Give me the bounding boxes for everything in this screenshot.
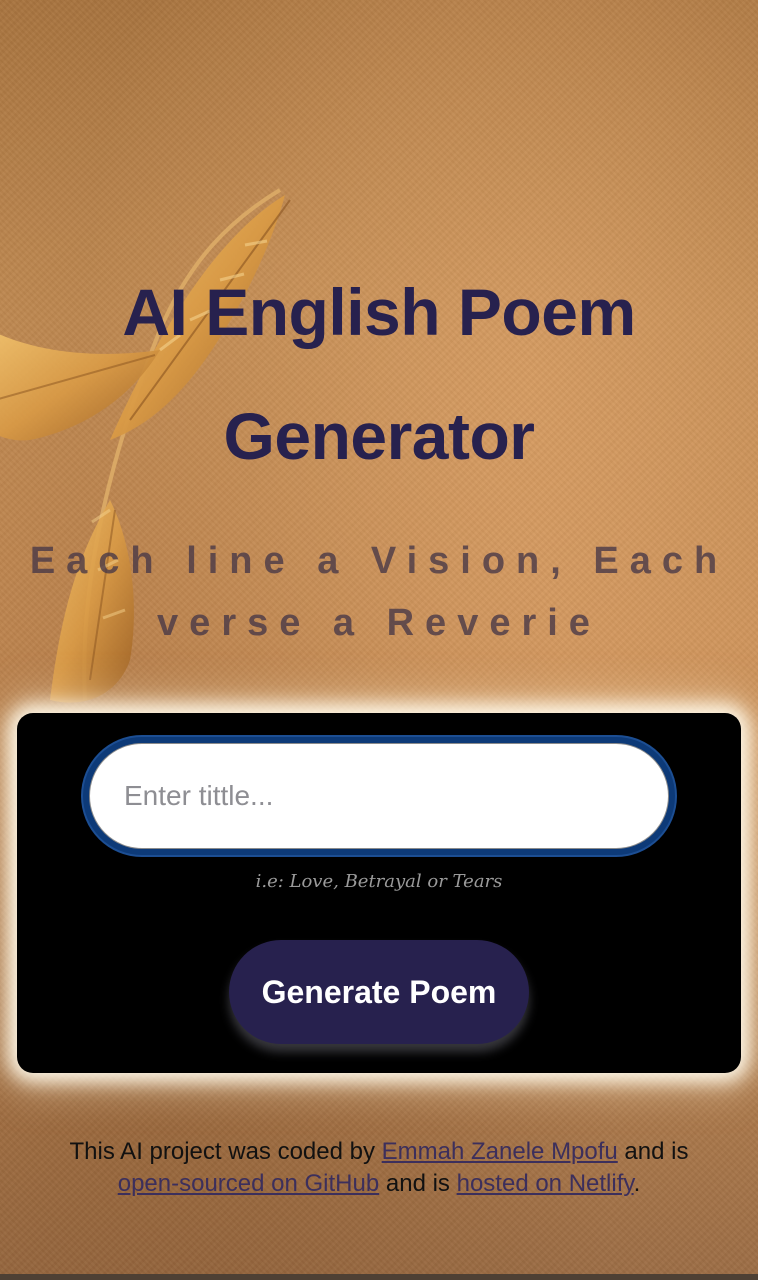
author-link[interactable]: Emmah Zanele Mpofu: [382, 1138, 618, 1165]
netlify-link[interactable]: hosted on Netlify: [457, 1170, 634, 1197]
footer-text-2: and is: [617, 1138, 689, 1165]
footer-text-1: This AI project was coded by: [69, 1138, 382, 1165]
github-link[interactable]: open-sourced on GitHub: [118, 1170, 380, 1197]
page-title: AI English Poem Generator: [122, 275, 636, 473]
bottom-edge-bar: [0, 1274, 758, 1280]
generate-poem-button[interactable]: Generate Poem: [229, 940, 529, 1044]
poem-title-input[interactable]: [89, 743, 669, 849]
footer-text-4: .: [633, 1170, 641, 1197]
footer: This AI project was coded by Emmah Zanel…: [0, 1136, 758, 1200]
footer-text-3: and is: [379, 1170, 457, 1197]
poem-form-panel: i.e: Love, Betrayal or Tears Generate Po…: [17, 713, 741, 1073]
page-subtitle: Each line a Vision, Each verse a Reverie: [29, 540, 729, 644]
input-hint: i.e: Love, Betrayal or Tears: [255, 871, 503, 892]
title-input-focus-ring: [83, 737, 675, 855]
